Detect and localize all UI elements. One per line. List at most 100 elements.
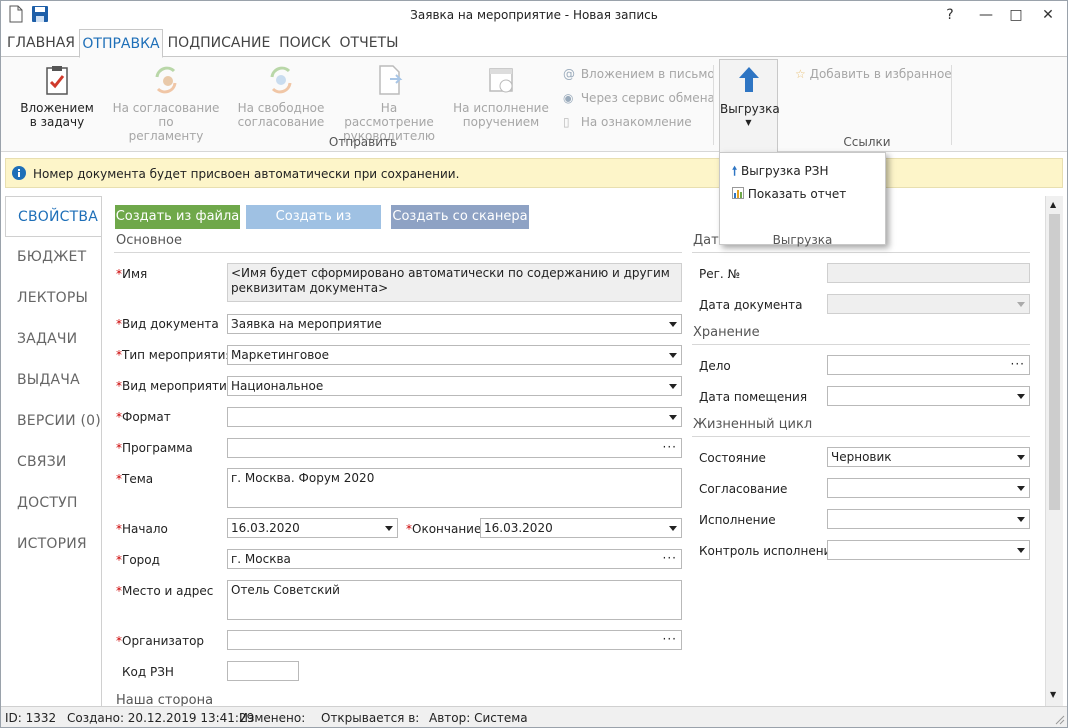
execution-select[interactable] (827, 509, 1030, 529)
free-approval-label-2: согласование (237, 115, 325, 129)
nav-versions[interactable]: ВЕРСИИ (0) (5, 401, 101, 442)
program-field[interactable]: ··· (227, 438, 682, 458)
regno-field (827, 263, 1030, 283)
attach-to-task-button[interactable]: Вложением в задачу (15, 63, 99, 129)
create-from-template-button[interactable]: Создать из шаблона (246, 205, 381, 248)
browse-icon[interactable]: ··· (663, 550, 677, 567)
upload-arrow-icon: 🠕 (732, 164, 738, 178)
attach-task-label-1: Вложением (20, 101, 94, 115)
browse-icon[interactable]: ··· (1011, 356, 1025, 373)
status-changed: Изменено: (239, 711, 306, 725)
nav-links[interactable]: СВЯЗИ (5, 442, 101, 483)
at-sign-icon: @ (563, 67, 575, 81)
docdate-label: Дата документа (699, 298, 803, 312)
format-select[interactable] (227, 407, 682, 427)
close-button[interactable]: ✕ (1031, 1, 1065, 29)
info-bar: Номер документа будет присвоен автоматич… (5, 158, 1063, 188)
tab-main[interactable]: ГЛАВНАЯ (5, 29, 77, 57)
nav-lecturers[interactable]: ЛЕКТОРЫ (5, 278, 101, 319)
section-divider (692, 344, 1030, 345)
place-label: *Место и адрес (116, 584, 214, 598)
execution-label: Исполнение (699, 513, 776, 527)
favorite-label: Добавить в избранное (809, 67, 952, 81)
scroll-thumb[interactable] (1049, 214, 1060, 510)
status-author: Автор: Система (429, 711, 528, 725)
status-opened: Открывается в: (321, 711, 420, 725)
organizer-label: *Организатор (116, 634, 205, 648)
place-field[interactable]: Отель Советский (227, 580, 682, 620)
document-check-icon: ▯ (563, 115, 570, 129)
export-button[interactable]: Выгрузка ▼ (719, 59, 780, 153)
info-message: Номер документа будет присвоен автоматич… (33, 167, 460, 181)
free-approval-label-1: На свободное (237, 101, 325, 115)
rzn-field[interactable] (227, 661, 299, 681)
minimize-button[interactable]: — (969, 1, 1003, 29)
topic-label: *Тема (116, 472, 154, 486)
free-approval-icon (270, 66, 292, 94)
nav-properties[interactable]: СВОЙСТВА (5, 196, 103, 237)
case-field[interactable]: ··· (827, 355, 1030, 375)
doctype-select[interactable]: Заявка на мероприятие (227, 314, 682, 334)
nav-history[interactable]: ИСТОРИЯ (5, 524, 101, 565)
create-from-file-button[interactable]: Создать из файла (115, 205, 240, 229)
eventtype-select[interactable]: Маркетинговое (227, 345, 682, 365)
end-date-picker[interactable]: 16.03.2020 (480, 518, 682, 538)
control-label: Контроль исполнения (699, 544, 839, 558)
browse-icon[interactable]: ··· (663, 439, 677, 456)
organizer-field[interactable]: ··· (227, 630, 682, 650)
section-lifecycle: Жизненный цикл (693, 417, 813, 432)
menu-item-show-report[interactable]: Показать отчет (732, 187, 846, 201)
exchange-label: Через сервис обмена (580, 91, 715, 105)
resize-grip-icon[interactable] (1055, 715, 1065, 725)
review-manager-button[interactable]: На рассмотрение руководителю (335, 63, 443, 143)
ribbon-tabs: ГЛАВНАЯ ОТПРАВКА ПОДПИСАНИЕ ПОИСК ОТЧЕТЫ (1, 29, 1067, 58)
create-from-scanner-button[interactable]: Создать со сканера (391, 205, 529, 229)
start-date-picker[interactable]: 16.03.2020 (227, 518, 398, 538)
group-send-label: Отправить (328, 135, 398, 149)
add-favorite-button[interactable]: ☆ Добавить в избранное (795, 66, 952, 82)
tab-send[interactable]: ОТПРАВКА (79, 29, 163, 58)
topic-field[interactable]: г. Москва. Форум 2020 (227, 468, 682, 508)
exchange-service-button[interactable]: ◉ Через сервис обмена (563, 90, 715, 106)
group-links-label: Ссылки (843, 135, 891, 149)
vertical-scrollbar[interactable]: ▲ ▼ (1045, 196, 1063, 706)
doctype-label: *Вид документа (116, 317, 219, 331)
nav-issue[interactable]: ВЫДАЧА (5, 360, 101, 401)
scroll-down-icon[interactable]: ▼ (1050, 690, 1056, 699)
nav-budget[interactable]: БЮДЖЕТ (5, 237, 101, 278)
free-approval-button[interactable]: На свободное согласование (235, 63, 327, 129)
state-select[interactable]: Черновик (827, 447, 1030, 467)
approval-regulation-button[interactable]: На согласование по регламенту (105, 63, 227, 143)
app-window: Заявка на мероприятие - Новая запись ? —… (0, 0, 1068, 728)
control-select[interactable] (827, 540, 1030, 560)
tab-signing[interactable]: ПОДПИСАНИЕ (167, 29, 271, 57)
attach-mail-button[interactable]: @ Вложением в письмо (563, 66, 715, 82)
execution-order-button[interactable]: На исполнение поручением (451, 63, 551, 129)
familiarization-button[interactable]: ▯ На ознакомление (563, 114, 692, 130)
section-divider (692, 252, 1030, 253)
maximize-button[interactable]: □ (999, 1, 1033, 29)
city-field[interactable]: г. Москва ··· (227, 549, 682, 569)
placedate-picker[interactable] (827, 386, 1030, 406)
task-clipboard-icon (46, 66, 68, 95)
ribbon: Вложением в задачу На согласование по ре… (1, 56, 1067, 153)
eventkind-select[interactable]: Национальное (227, 376, 682, 396)
export-dropdown-menu: 🠕 Выгрузка РЗН Показать отчет Выгрузка (719, 152, 886, 247)
docdate-picker (827, 294, 1030, 314)
end-label: *Окончание (406, 522, 482, 536)
help-button[interactable]: ? (933, 1, 967, 29)
title-bar: Заявка на мероприятие - Новая запись ? —… (1, 1, 1067, 29)
scroll-up-icon[interactable]: ▲ (1050, 200, 1056, 209)
start-label: *Начало (116, 522, 168, 536)
section-our-side: Наша сторона (116, 693, 214, 706)
section-divider (114, 252, 682, 253)
tab-reports[interactable]: ОТЧЕТЫ (337, 29, 401, 57)
format-label: *Формат (116, 410, 171, 424)
approval-select[interactable] (827, 478, 1030, 498)
status-bar: ID: 1332 Создано: 20.12.2019 13:41:29 Из… (1, 706, 1067, 727)
menu-item-export-rzn[interactable]: 🠕 Выгрузка РЗН (732, 162, 828, 183)
nav-access[interactable]: ДОСТУП (5, 483, 101, 524)
browse-icon[interactable]: ··· (663, 631, 677, 648)
nav-tasks[interactable]: ЗАДАЧИ (5, 319, 101, 360)
tab-search[interactable]: ПОИСК (275, 29, 335, 57)
